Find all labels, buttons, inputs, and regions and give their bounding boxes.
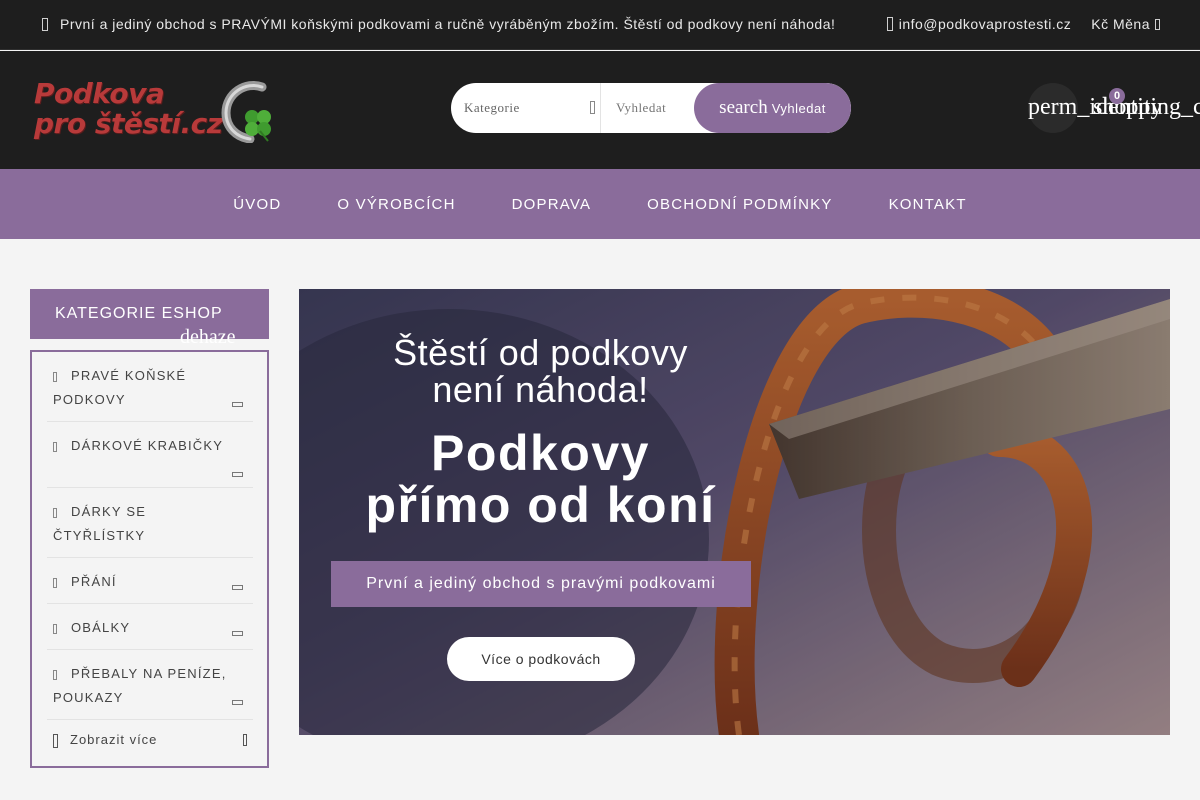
hero-banner: Štěstí od podkovy není náhoda! Podkovy p…	[299, 289, 1170, 735]
category-item[interactable]: DÁRKOVÉ KRABIČKY	[47, 434, 253, 488]
menu-toggle-icon: dehaze	[180, 326, 236, 348]
hero-title: Podkovy přímo od koní	[339, 427, 742, 531]
category-list: PRAVÉ KOŇSKÉ PODKOVY DÁRKOVÉ KRABIČKY DÁ…	[30, 350, 269, 768]
category-bullet-icon	[53, 577, 57, 588]
currency-label: Měna	[1112, 16, 1150, 32]
hero-headline-line-1: Štěstí od podkovy	[393, 332, 688, 373]
expand-icon[interactable]	[232, 402, 243, 407]
category-label: POUKAZY	[53, 690, 124, 705]
site-header: Podkova pro štěstí.cz Kategorie search V…	[0, 51, 1200, 169]
promo-message: První a jediný obchod s PRAVÝMI koňskými…	[42, 16, 835, 32]
category-label: PŘÁNÍ	[71, 574, 117, 589]
category-label: ČTYŘLÍSTKY	[53, 528, 146, 543]
category-label: DÁRKOVÉ KRABIČKY	[71, 438, 224, 453]
category-bullet-icon	[53, 441, 57, 452]
site-logo[interactable]: Podkova pro štěstí.cz	[34, 79, 279, 144]
email-link[interactable]: info@podkovaprostesti.cz	[899, 16, 1072, 32]
hero-title-line-1: Podkovy	[431, 425, 650, 481]
nav-item-o-vyrobcich[interactable]: O VÝROBCÍCH	[337, 196, 455, 213]
top-bar: První a jediný obchod s PRAVÝMI koňskými…	[0, 0, 1200, 50]
category-menu-header[interactable]: KATEGORIE ESHOP dehaze	[30, 289, 269, 348]
expand-icon[interactable]	[232, 700, 243, 705]
expand-icon[interactable]	[232, 472, 243, 477]
plus-icon	[53, 733, 58, 748]
currency-symbol: Kč	[1091, 16, 1109, 32]
category-bullet-icon	[53, 669, 57, 680]
category-bullet-icon	[53, 507, 57, 518]
top-bar-right: info@podkovaprostesti.cz Kč Měna	[886, 16, 1160, 32]
info-icon	[42, 17, 48, 31]
category-label: PŘEBALY NA PENÍZE,	[71, 666, 227, 681]
chevron-right-icon	[243, 734, 247, 746]
search-category-label: Kategorie	[464, 100, 520, 115]
category-label: DÁRKY SE	[71, 504, 147, 519]
hero-tagline: První a jediný obchod s pravými podkovam…	[331, 561, 751, 607]
cart-count-badge: 0	[1109, 88, 1125, 104]
show-more-link[interactable]: Zobrazit více	[47, 732, 253, 748]
expand-icon[interactable]	[232, 631, 243, 636]
mail-icon	[886, 17, 893, 31]
category-item[interactable]: PRAVÉ KOŇSKÉ PODKOVY	[47, 364, 253, 422]
expand-icon[interactable]	[232, 585, 243, 590]
chevron-down-icon	[590, 101, 595, 114]
nav-item-kontakt[interactable]: KONTAKT	[889, 196, 967, 213]
search-category-select[interactable]: Kategorie	[451, 83, 601, 133]
nav-item-doprava[interactable]: DOPRAVA	[512, 196, 592, 213]
category-menu-title: KATEGORIE ESHOP	[55, 305, 223, 322]
nav-item-obchodni-podminky[interactable]: OBCHODNÍ PODMÍNKY	[647, 196, 832, 213]
hero-headline: Štěstí od podkovy není náhoda!	[339, 334, 742, 408]
category-item[interactable]: PŘEBALY NA PENÍZE, POUKAZY	[47, 662, 253, 720]
currency-selector[interactable]: Kč Měna	[1091, 16, 1160, 32]
search-icon: search	[719, 97, 768, 118]
search-bar: Kategorie search Vyhledat	[451, 83, 851, 133]
chevron-down-icon	[1155, 18, 1160, 30]
category-item[interactable]: PŘÁNÍ	[47, 570, 253, 604]
category-bullet-icon	[53, 623, 57, 634]
search-button[interactable]: search Vyhledat	[694, 83, 851, 133]
category-label: OBÁLKY	[71, 620, 131, 635]
category-label: PODKOVY	[53, 392, 126, 407]
category-item[interactable]: OBÁLKY	[47, 616, 253, 650]
show-more-label: Zobrazit více	[70, 732, 158, 747]
category-label: PRAVÉ KOŇSKÉ	[71, 368, 187, 383]
category-item[interactable]: DÁRKY SE ČTYŘLÍSTKY	[47, 500, 253, 558]
hero-headline-line-2: není náhoda!	[432, 369, 649, 410]
category-bullet-icon	[53, 371, 57, 382]
hero-cta-button[interactable]: Více o podkovách	[447, 637, 635, 681]
main-nav: ÚVOD O VÝROBCÍCH DOPRAVA OBCHODNÍ PODMÍN…	[0, 169, 1200, 239]
search-input[interactable]	[601, 83, 694, 133]
hero-title-line-2: přímo od koní	[365, 477, 716, 533]
nav-item-uvod[interactable]: ÚVOD	[233, 196, 281, 213]
search-button-label: Vyhledat	[771, 100, 826, 116]
horseshoe-clover-icon	[221, 81, 271, 143]
promo-text: První a jediný obchod s PRAVÝMI koňskými…	[60, 16, 836, 32]
